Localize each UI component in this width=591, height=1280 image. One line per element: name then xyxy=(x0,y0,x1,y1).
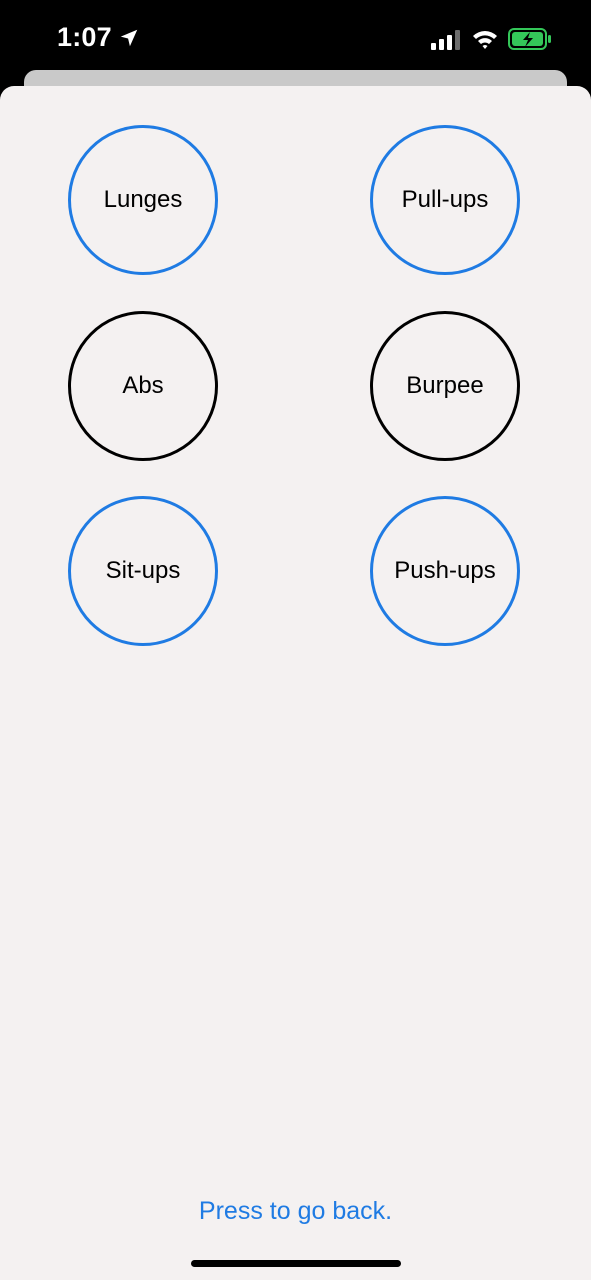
status-time: 1:07 xyxy=(57,22,140,53)
exercise-label: Pull-ups xyxy=(401,186,489,213)
burpee-button[interactable]: Burpee xyxy=(370,311,520,461)
location-arrow-icon xyxy=(120,29,138,46)
lunges-button[interactable]: Lunges xyxy=(68,125,218,275)
wifi-icon xyxy=(473,31,497,49)
pull-ups-button[interactable]: Pull-ups xyxy=(370,125,520,275)
abs-button[interactable]: Abs xyxy=(68,311,218,461)
modal-sheet: Lunges Pull-ups Abs Burpee Sit-ups Push-… xyxy=(0,86,591,1280)
exercise-label: Push-ups xyxy=(394,557,496,584)
exercise-label: Abs xyxy=(122,372,164,399)
home-indicator[interactable] xyxy=(191,1260,401,1267)
clock-time: 1:07 xyxy=(57,22,112,52)
sit-ups-button[interactable]: Sit-ups xyxy=(68,496,218,646)
exercise-label: Lunges xyxy=(103,186,183,213)
battery-charging-icon xyxy=(508,28,551,50)
cellular-signal-icon xyxy=(431,30,460,50)
go-back-button[interactable]: Press to go back. xyxy=(0,1197,591,1226)
exercise-label: Sit-ups xyxy=(105,557,181,584)
exercise-label: Burpee xyxy=(406,372,484,399)
push-ups-button[interactable]: Push-ups xyxy=(370,496,520,646)
